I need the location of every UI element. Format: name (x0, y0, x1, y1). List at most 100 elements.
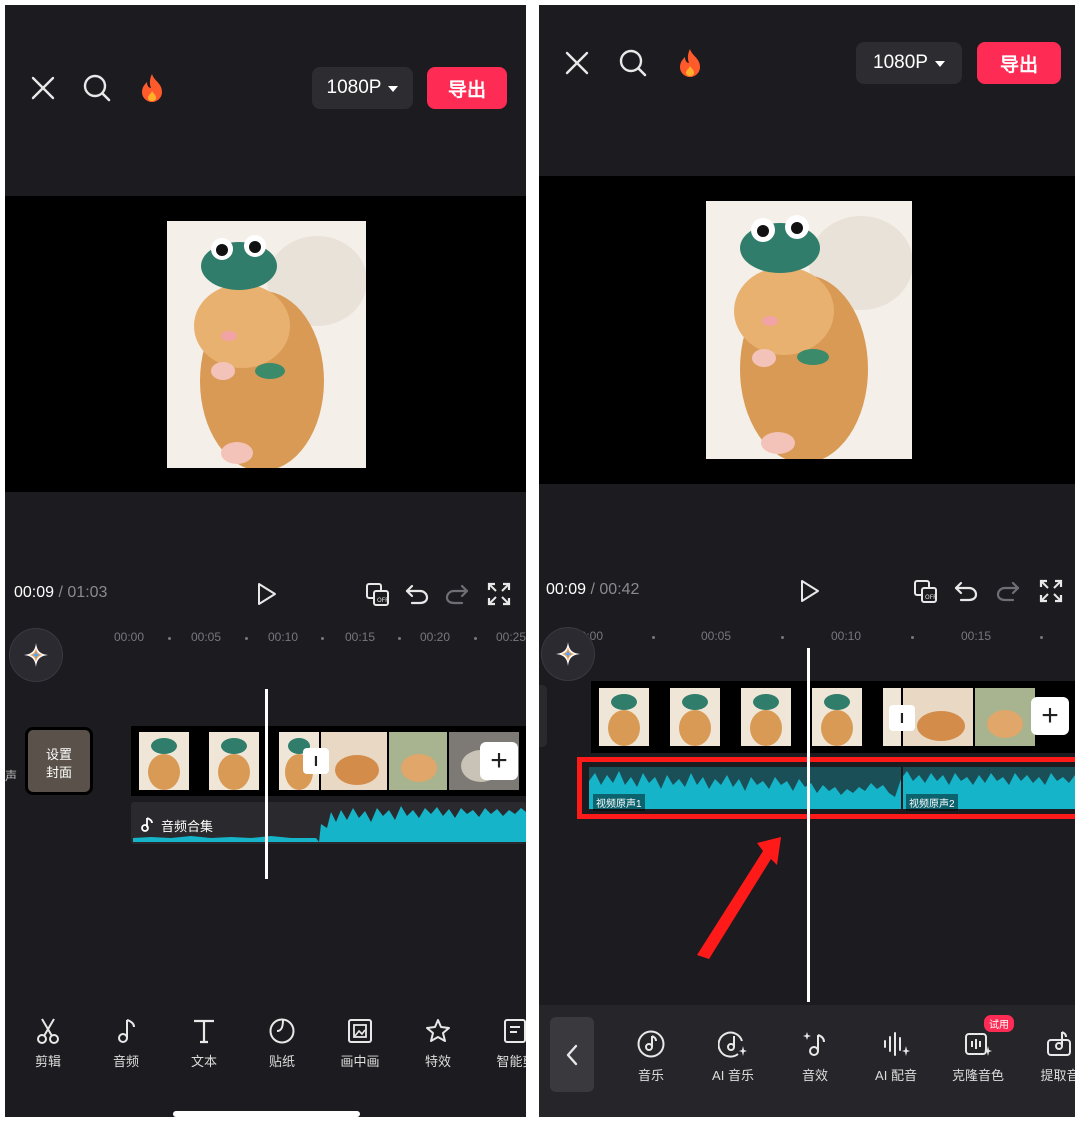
clip-thumbnail (741, 688, 791, 746)
fullscreen-icon[interactable] (479, 574, 519, 614)
tool-extract-audio[interactable]: 提取音 (1025, 1029, 1075, 1084)
sparkle-icon (24, 643, 48, 667)
music-note-icon (141, 816, 155, 837)
tool-label: 智能剪 (496, 1054, 526, 1069)
search-icon[interactable] (613, 43, 653, 83)
ruler-mark: 00:25 (496, 630, 526, 644)
redo-icon[interactable] (988, 571, 1028, 611)
export-button[interactable]: 导出 (977, 42, 1061, 84)
clip-thumbnail (670, 688, 720, 746)
playhead[interactable] (265, 689, 268, 879)
ai-voice-icon (884, 1032, 910, 1056)
side-label: 声 (5, 769, 18, 783)
flame-icon[interactable] (132, 68, 172, 108)
tool-voice-clone[interactable]: 克隆音色 (943, 1029, 1013, 1084)
ruler-dot (168, 637, 171, 640)
tool-music[interactable]: 音乐 (616, 1029, 686, 1084)
video-frame-hamster (706, 201, 912, 459)
current-time: 00:09 (546, 581, 587, 598)
tool-text[interactable]: 文本 (169, 1017, 239, 1070)
clip-thumbnail (321, 732, 387, 790)
transition-button[interactable]: I (889, 705, 915, 731)
tool-ai-voice[interactable]: AI 配音 (861, 1029, 931, 1084)
ruler-mark: 00:20 (420, 630, 451, 644)
tool-picture-in-picture[interactable]: 画中画 (325, 1017, 395, 1070)
clip-thumbnail (599, 688, 649, 746)
resolution-selector[interactable]: 1080P (856, 42, 962, 84)
video-clip-track[interactable] (591, 681, 1075, 753)
tool-cut[interactable]: 剪辑 (13, 1017, 83, 1070)
timeline-ruler[interactable]: 00:00 00:05 00:10 00:15 00:20 00:25 (5, 620, 526, 656)
ai-music-icon (718, 1031, 747, 1058)
audio-segment-label: 视频原声1 (593, 794, 645, 811)
tool-label: 特效 (424, 1054, 451, 1069)
ruler-mark: 00:05 (701, 629, 732, 643)
playhead[interactable] (807, 648, 810, 1002)
ai-assistant-button[interactable] (542, 628, 594, 680)
svg-text:OFF: OFF (925, 594, 937, 601)
music-note-icon (118, 1019, 135, 1043)
tool-label: 音效 (801, 1068, 828, 1083)
keyframe-off-icon[interactable]: OFF (906, 571, 946, 611)
clip-thumbnail (975, 688, 1035, 746)
ruler-dot (652, 636, 655, 639)
right-editor-screen: 1080P 导出 00:09 / 00:42 OFF 00:00 00:05 0… (539, 5, 1075, 1117)
play-icon[interactable] (790, 571, 830, 611)
tool-label: 克隆音色 (951, 1068, 1004, 1083)
tool-audio[interactable]: 音频 (91, 1017, 161, 1070)
clip-thumbnail (389, 732, 447, 790)
ruler-dot (398, 637, 401, 640)
smart-edit-icon (504, 1019, 526, 1043)
tool-effects[interactable]: 特效 (403, 1017, 473, 1070)
ruler-mark: 00:00 (114, 630, 145, 644)
resolution-selector[interactable]: 1080P (312, 67, 413, 109)
close-icon[interactable] (23, 68, 63, 108)
ai-assistant-button[interactable] (10, 629, 62, 681)
close-icon[interactable] (557, 43, 597, 83)
audio-track[interactable]: 音频合集 (131, 802, 526, 844)
resolution-label: 1080P (873, 52, 928, 73)
left-editor-screen: 1080P 导出 00:09 / 01:03 OFF 00:00 00:05 0… (5, 5, 526, 1117)
redo-icon[interactable] (437, 574, 477, 614)
ruler-dot (245, 637, 248, 640)
segment-divider (901, 767, 903, 809)
ruler-mark: 00:15 (345, 630, 376, 644)
tool-label: 画中画 (340, 1054, 380, 1069)
text-icon (194, 1019, 214, 1044)
scissors-icon (37, 1018, 59, 1044)
transition-button[interactable]: I (303, 748, 329, 774)
music-disc-icon (637, 1030, 665, 1058)
original-audio-track[interactable]: 视频原声1 视频原声2 (589, 767, 1075, 811)
video-preview[interactable] (539, 176, 1075, 484)
keyframe-off-icon[interactable]: OFF (358, 574, 398, 614)
clip-thumbnail (812, 688, 862, 746)
sound-effect-icon (803, 1032, 825, 1056)
flame-icon[interactable] (670, 43, 710, 83)
add-clip-button[interactable]: + (1031, 697, 1069, 735)
audio-track-label: 音频合集 (161, 819, 214, 834)
ruler-mark: 00:10 (268, 630, 299, 644)
video-frame-hamster (167, 221, 366, 468)
export-button[interactable]: 导出 (427, 67, 507, 109)
tool-sound-effect[interactable]: 音效 (780, 1029, 850, 1084)
tool-label: AI 配音 (875, 1068, 917, 1083)
add-clip-button[interactable]: + (480, 742, 518, 780)
ruler-dot (1040, 636, 1043, 639)
tool-ai-music[interactable]: AI 音乐 (698, 1029, 768, 1084)
fullscreen-icon[interactable] (1031, 571, 1071, 611)
tool-label: 文本 (190, 1054, 217, 1069)
undo-icon[interactable] (397, 574, 437, 614)
effects-star-icon (426, 1019, 450, 1042)
undo-icon[interactable] (946, 571, 986, 611)
tool-smart-edit[interactable]: 智能剪 (481, 1017, 526, 1070)
video-preview[interactable] (5, 196, 526, 492)
total-time: 00:42 (599, 581, 640, 598)
play-icon[interactable] (247, 574, 287, 614)
back-button[interactable] (550, 1017, 594, 1092)
set-cover-button[interactable]: 设置 封面 (25, 727, 93, 795)
cover-edge (539, 685, 547, 747)
ruler-mark: 00:05 (191, 630, 222, 644)
tool-sticker[interactable]: 贴纸 (247, 1017, 317, 1070)
resolution-label: 1080P (326, 77, 382, 98)
search-icon[interactable] (77, 68, 117, 108)
